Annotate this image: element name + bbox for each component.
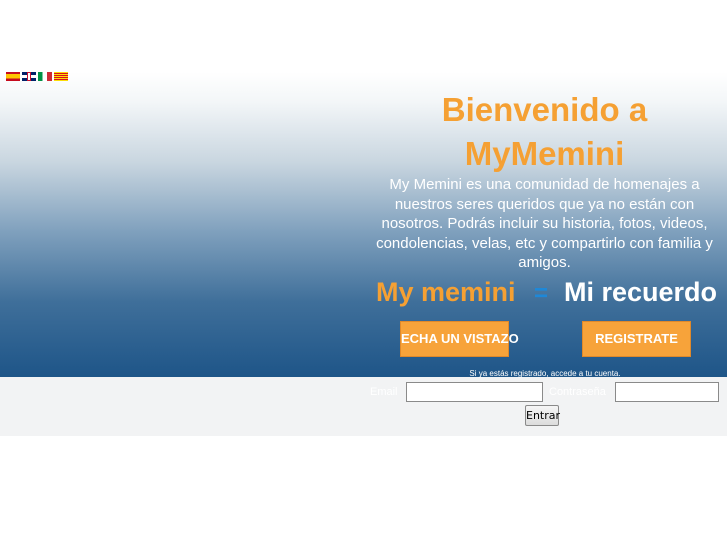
catalonia-flag-icon[interactable] — [54, 72, 68, 81]
italy-flag-icon[interactable] — [38, 72, 52, 81]
motto: My memini = Mi recuerdo — [362, 273, 727, 313]
motto-right: Mi recuerdo — [564, 277, 718, 307]
site-description: My Memini es una comunidad de homenajes … — [376, 176, 713, 271]
email-input[interactable] — [406, 382, 543, 402]
take-a-look-button[interactable]: ECHA UN VISTAZO — [400, 321, 519, 357]
language-selector — [6, 72, 68, 82]
login-hint: Si ya estás registrado, accede a tu cuen… — [469, 369, 621, 378]
site-name-title: MyMemini — [464, 135, 625, 172]
welcome-title: Bienvenido a — [441, 91, 648, 128]
password-label: Contraseña — [549, 386, 606, 398]
uk-flag-icon[interactable] — [22, 72, 36, 81]
motto-equals: = — [534, 280, 549, 307]
email-label: Email — [370, 386, 398, 398]
spain-flag-icon[interactable] — [6, 72, 20, 81]
password-input[interactable] — [615, 382, 719, 402]
login-submit-button[interactable]: Entrar — [525, 405, 560, 426]
motto-left: My memini — [376, 277, 516, 307]
register-button[interactable]: REGISTRATE — [582, 321, 691, 357]
